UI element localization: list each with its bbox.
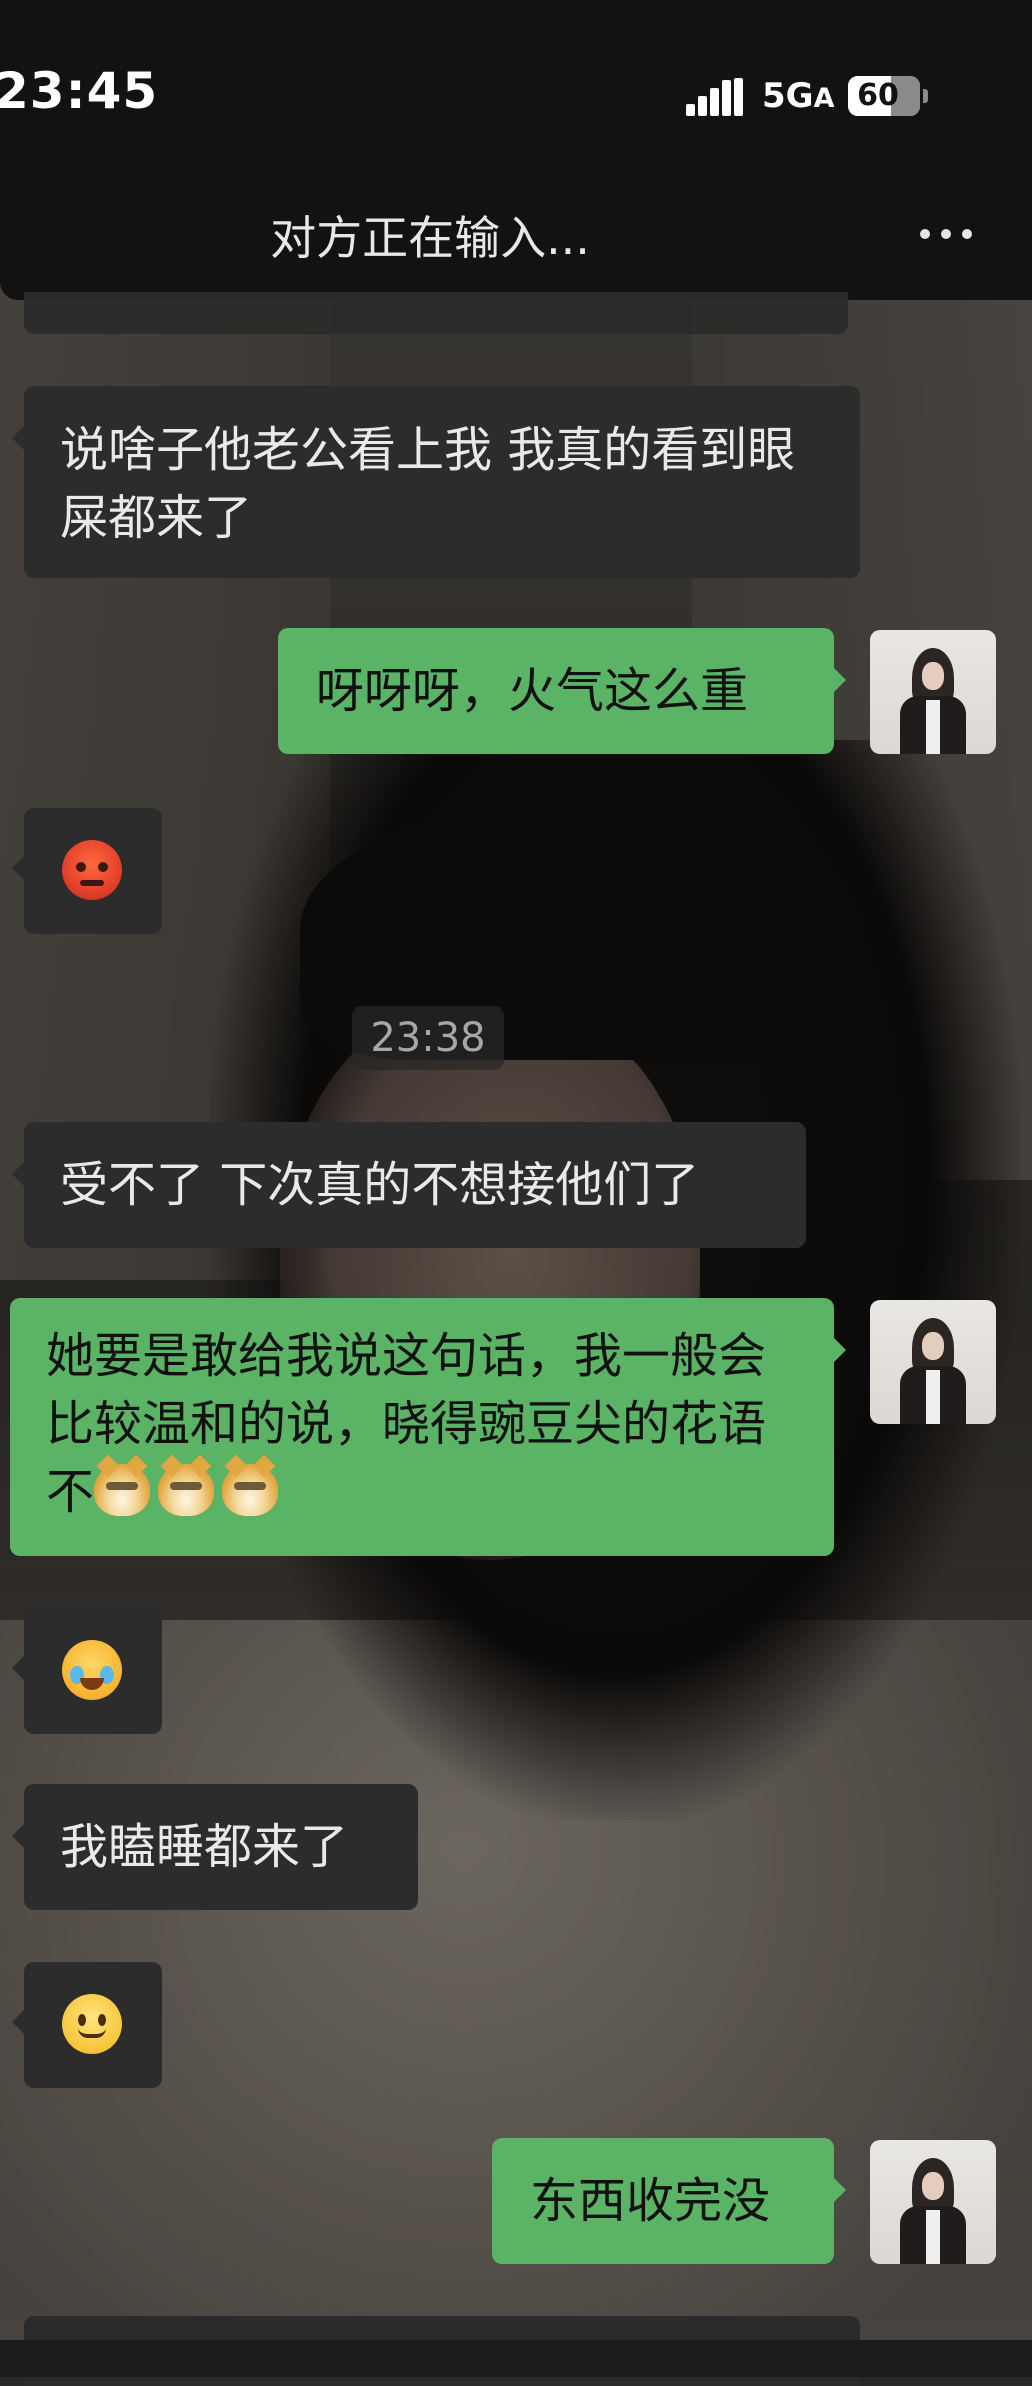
my-avatar[interactable]: [870, 1300, 996, 1424]
bottom-bar: [0, 2340, 1032, 2377]
network-type: 5GA: [762, 76, 835, 116]
status-time: 23:45: [0, 62, 159, 120]
message-bubble-partial: [24, 292, 848, 334]
message-text: 呀呀呀，火气这么重: [316, 663, 749, 719]
doge-emoji: [158, 1464, 215, 1516]
my-avatar[interactable]: [870, 630, 996, 754]
message-text: 她要是敢给我说这句话，我一般会比较温和的说，晓得豌豆尖的花语不: [46, 1328, 767, 1520]
message-text: 说啥子他老公看上我 我真的看到眼屎都来了: [60, 422, 796, 546]
my-avatar[interactable]: [870, 2140, 996, 2264]
timestamp: 23:38: [352, 1006, 504, 1070]
message-text: 东西收完没: [530, 2173, 771, 2229]
message-bubble-incoming[interactable]: [12, 1962, 162, 2088]
message-text: 我瞌睡都来了: [60, 1819, 349, 1875]
message-text: 受不了 下次真的不想接他们了: [60, 1157, 700, 1213]
doge-emoji: [94, 1464, 151, 1516]
battery-icon: 60: [848, 76, 928, 116]
cellular-signal-icon: [686, 78, 746, 116]
message-bubble-outgoing[interactable]: 呀呀呀，火气这么重: [278, 628, 846, 754]
top-bar: 23:45 5GA 60 对方正在输入...: [0, 0, 1032, 300]
slightly-smiling-face-emoji: [62, 1994, 122, 2054]
message-bubble-incoming[interactable]: 我瞌睡都来了: [12, 1784, 418, 1910]
message-bubble-outgoing[interactable]: 东西收完没: [492, 2138, 846, 2264]
message-bubble-outgoing[interactable]: 她要是敢给我说这句话，我一般会比较温和的说，晓得豌豆尖的花语不: [10, 1298, 846, 1556]
battery-level: 60: [857, 78, 899, 113]
message-bubble-incoming[interactable]: 说啥子他老公看上我 我真的看到眼屎都来了: [12, 386, 860, 578]
angry-face-emoji: [62, 840, 122, 900]
chat-title: 对方正在输入...: [270, 211, 590, 265]
crying-laughing-face-emoji: [62, 1640, 122, 1700]
doge-emoji: [222, 1464, 279, 1516]
message-bubble-incoming[interactable]: 受不了 下次真的不想接他们了: [12, 1122, 806, 1248]
message-bubble-incoming[interactable]: [12, 808, 162, 934]
more-options-icon[interactable]: [916, 214, 976, 254]
message-bubble-incoming[interactable]: [12, 1608, 162, 1734]
